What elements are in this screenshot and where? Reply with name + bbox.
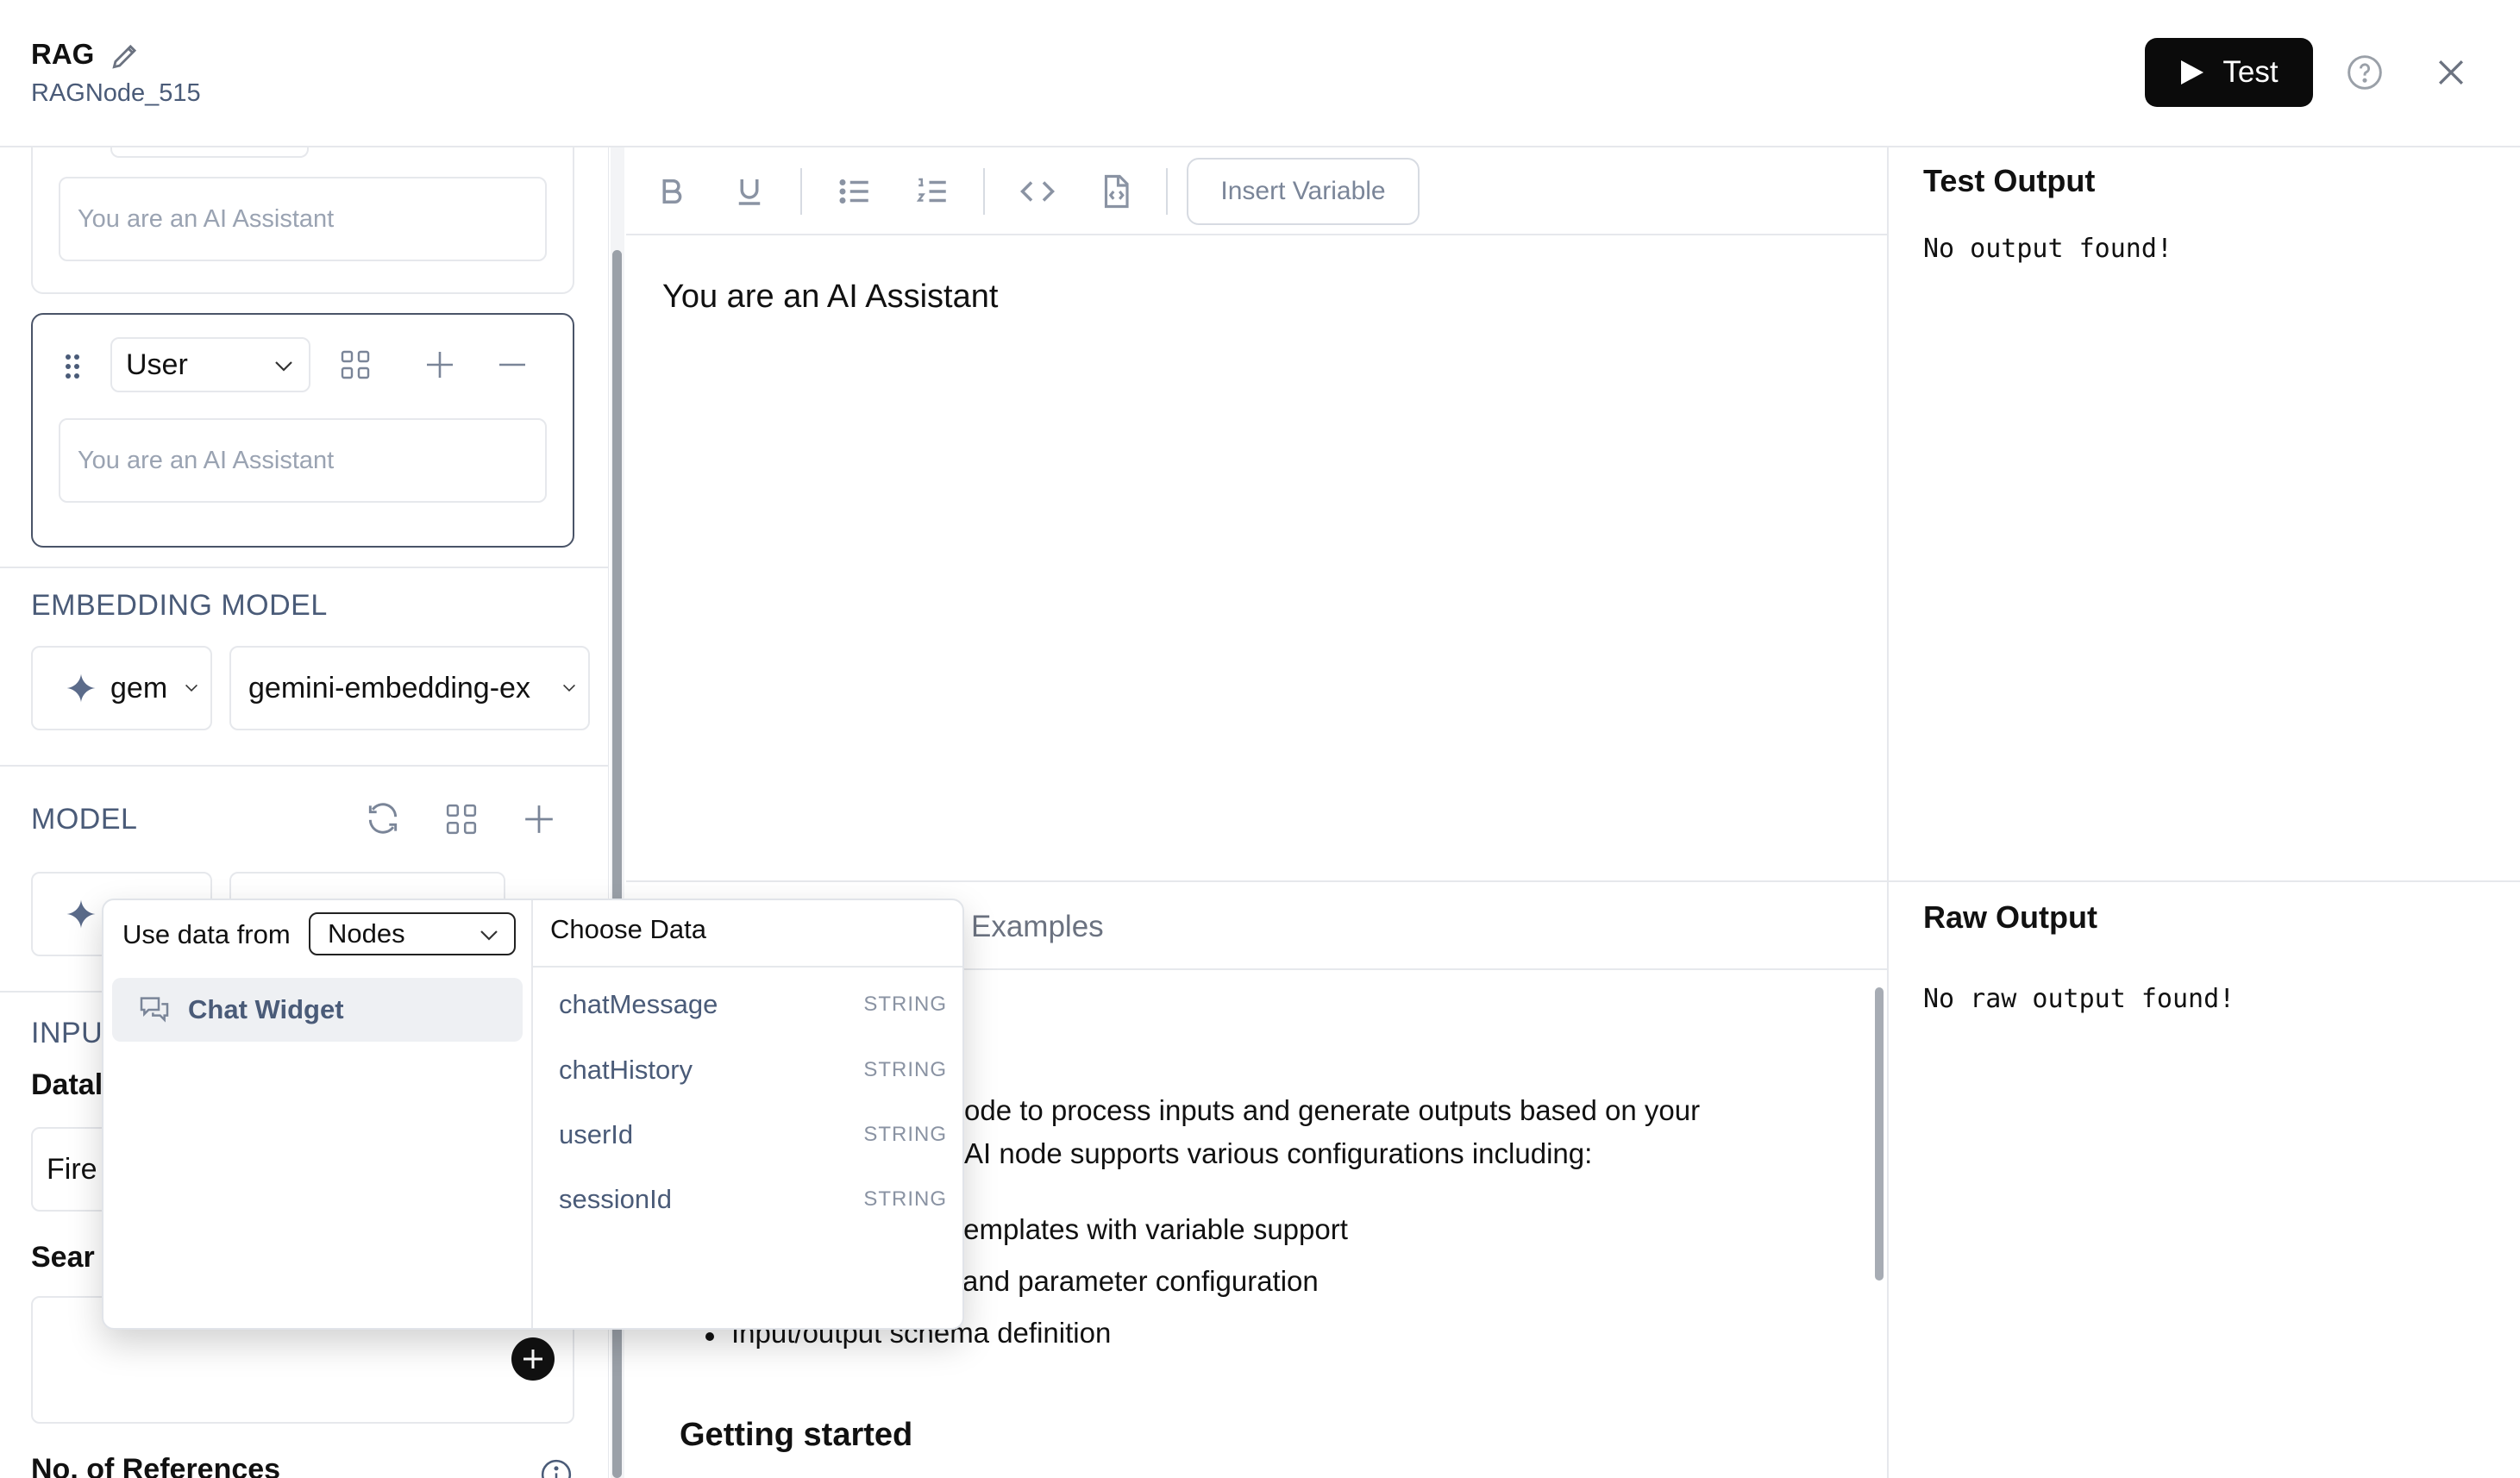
data-field-row[interactable]: sessionId STRING (559, 1178, 947, 1221)
datasource-label: Datal (31, 1068, 103, 1101)
embedding-model-select[interactable]: gemini-embedding-ex (229, 646, 590, 730)
doc-bullet: templates with variable support (956, 1213, 1348, 1245)
data-field-type: STRING (863, 1123, 947, 1146)
node-item-label: Chat Widget (188, 994, 344, 1024)
role-select[interactable]: User (110, 337, 310, 392)
test-button[interactable]: Test (2145, 38, 2313, 107)
data-source-value: Nodes (328, 918, 405, 949)
toolbar-separator (800, 168, 802, 215)
data-source-column: Use data from Nodes Chat Widget (103, 900, 533, 1328)
underline-icon[interactable] (731, 173, 768, 210)
grid-icon[interactable] (445, 803, 478, 836)
docs-scrollbar-thumb[interactable] (1875, 987, 1884, 1281)
toolbar-separator (1166, 168, 1168, 215)
raw-output-panel: Raw Output No raw output found! (1889, 880, 2520, 1478)
system-message-card: You are an AI Assistant (31, 147, 574, 294)
data-field-name: sessionId (559, 1184, 672, 1214)
test-button-label: Test (2222, 55, 2279, 89)
bullet-dot (705, 1332, 714, 1341)
choose-data-column: Choose Data chatMessage STRING chatHisto… (533, 900, 962, 1328)
editor-toolbar: Insert Variable (626, 147, 1889, 235)
model-label: MODEL (31, 803, 138, 836)
tab-examples[interactable]: Examples (971, 910, 1104, 944)
data-picker-popup: Use data from Nodes Chat Widget Choose D… (102, 899, 964, 1330)
search-label: Sear (31, 1241, 95, 1274)
data-source-select[interactable]: Nodes (309, 912, 516, 955)
add-model-icon[interactable] (523, 803, 555, 836)
test-output-panel: Test Output No output found! (1889, 147, 2520, 880)
bold-icon[interactable] (654, 173, 690, 210)
toolbar-separator (983, 168, 985, 215)
datasource-value: Fire (47, 1152, 97, 1186)
data-field-row[interactable]: userId STRING (559, 1113, 947, 1156)
doc-heading: Getting started (680, 1417, 913, 1453)
add-variable-button[interactable] (511, 1337, 555, 1381)
remove-icon[interactable] (497, 349, 528, 380)
info-icon[interactable] (540, 1458, 573, 1478)
user-message-input[interactable]: You are an AI Assistant (59, 418, 547, 503)
plus-icon (523, 1350, 542, 1368)
prompt-text[interactable]: You are an AI Assistant (662, 279, 998, 316)
embedding-model-value: gemini-embedding-ex (248, 671, 530, 705)
doc-paragraph: AI node supports various configurations … (964, 1137, 1593, 1169)
raw-output-title: Raw Output (1923, 899, 2097, 935)
embedding-model-label: EMBEDDING MODEL (31, 589, 328, 622)
code-file-icon[interactable] (1097, 173, 1133, 210)
play-icon (2181, 60, 2204, 85)
prompt-editor: Insert Variable You are an AI Assistant (626, 147, 1889, 880)
edit-pencil-icon[interactable] (109, 40, 141, 72)
doc-bullet: and parameter configuration (962, 1265, 1319, 1297)
data-field-name: chatHistory (559, 1055, 693, 1085)
data-field-type: STRING (863, 1187, 947, 1211)
role-select[interactable] (110, 147, 309, 158)
system-message-input[interactable]: You are an AI Assistant (59, 177, 547, 261)
doc-paragraph: ode to process inputs and generate outpu… (964, 1094, 1701, 1126)
raw-output-text: No raw output found! (1923, 984, 2235, 1014)
data-field-row[interactable]: chatHistory STRING (559, 1049, 947, 1092)
data-field-type: STRING (863, 1058, 947, 1081)
chat-icon (140, 997, 169, 1023)
chevron-down-icon (185, 684, 197, 692)
insert-variable-button[interactable]: Insert Variable (1187, 158, 1420, 225)
data-field-name: userId (559, 1119, 634, 1149)
help-icon[interactable] (2346, 53, 2384, 91)
grid-icon[interactable] (340, 349, 371, 380)
test-output-text: No output found! (1923, 234, 2172, 264)
node-title: RAG (31, 38, 95, 70)
node-id: RAGNode_515 (31, 79, 201, 107)
node-item-chat-widget[interactable]: Chat Widget (112, 978, 523, 1042)
drag-handle-icon[interactable] (64, 353, 81, 380)
numbered-list-icon[interactable] (914, 173, 950, 210)
chevron-down-icon (480, 930, 498, 941)
role-value: User (126, 348, 188, 381)
data-field-name: chatMessage (559, 989, 718, 1019)
references-label: No. of References (31, 1453, 281, 1478)
sparkle-icon (66, 673, 96, 703)
data-field-type: STRING (863, 993, 947, 1016)
embedding-provider-select[interactable]: gem (31, 646, 212, 730)
test-output-title: Test Output (1923, 163, 2096, 198)
divider (0, 765, 608, 767)
add-icon[interactable] (424, 349, 455, 380)
chevron-down-icon (275, 361, 292, 372)
inputs-label: INPU (31, 1017, 103, 1049)
sparkle-icon (66, 899, 96, 929)
bullet-list-icon[interactable] (837, 173, 873, 210)
embedding-provider-value: gem (110, 671, 168, 705)
divider (0, 567, 608, 568)
close-icon[interactable] (2432, 53, 2470, 91)
node-header: RAG RAGNode_515 Test (0, 0, 2520, 147)
code-icon[interactable] (1019, 173, 1056, 210)
data-field-row[interactable]: chatMessage STRING (559, 983, 947, 1026)
use-data-from-label: Use data from (122, 919, 291, 949)
refresh-icon[interactable] (364, 799, 402, 837)
divider (533, 966, 962, 968)
choose-data-title: Choose Data (550, 914, 706, 944)
chevron-down-icon (563, 684, 575, 692)
user-message-card: User You are an AI Assistant (31, 313, 574, 548)
